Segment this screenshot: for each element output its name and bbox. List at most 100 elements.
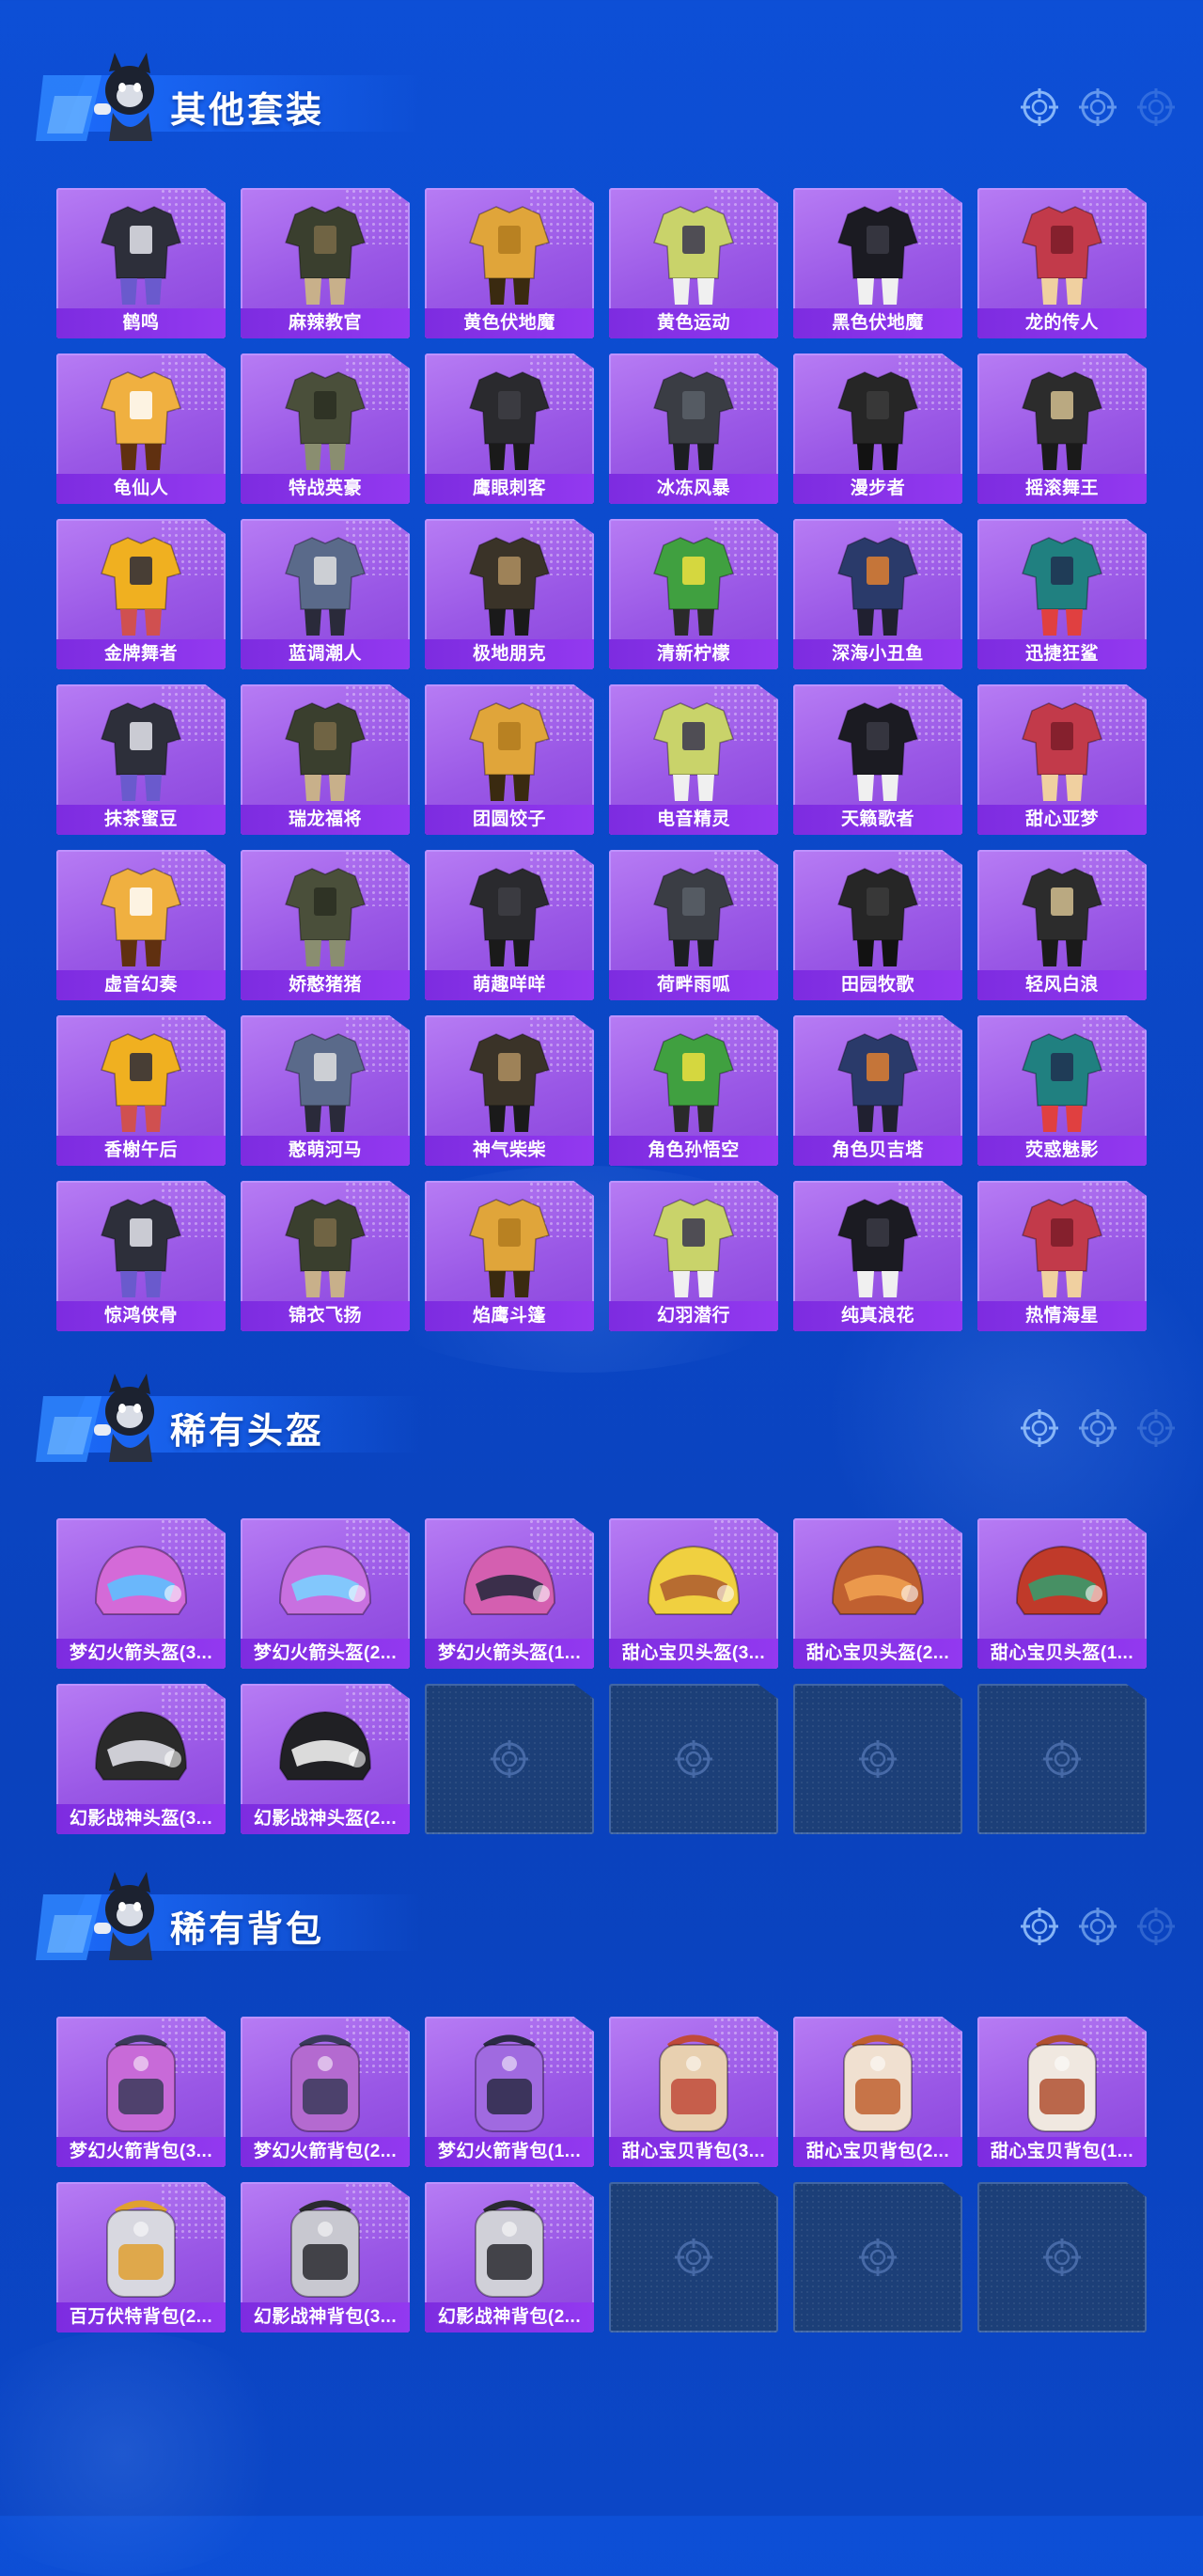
item-image	[290, 2034, 360, 2132]
item-card[interactable]: 梦幻火箭头盔(3...	[56, 1518, 226, 1669]
item-card[interactable]: 梦幻火箭背包(2...	[241, 2017, 410, 2167]
item-image	[831, 1545, 925, 1615]
item-card[interactable]: 幻影战神头盔(3...	[56, 1684, 226, 1834]
item-card[interactable]: 憨萌河马	[241, 1015, 410, 1166]
item-card[interactable]: 娇憨猪猪	[241, 850, 410, 1000]
item-card[interactable]: 热情海星	[977, 1181, 1147, 1331]
item-card[interactable]: 纯真浪花	[793, 1181, 962, 1331]
item-card[interactable]: 麻辣教官	[241, 188, 410, 338]
empty-slot	[609, 2182, 778, 2333]
item-name: 黄色伏地魔	[425, 308, 594, 338]
item-image	[285, 1199, 366, 1297]
item-image	[1022, 206, 1102, 305]
item-card[interactable]: 梦幻火箭背包(1...	[425, 2017, 594, 2167]
item-card[interactable]: 甜心宝贝背包(3...	[609, 2017, 778, 2167]
crosshair-icon	[1079, 1409, 1117, 1447]
item-card[interactable]: 田园牧歌	[793, 850, 962, 1000]
item-image	[101, 371, 181, 470]
item-image	[469, 868, 550, 966]
item-card[interactable]: 幻影战神背包(3...	[241, 2182, 410, 2333]
item-card[interactable]: 天籁歌者	[793, 684, 962, 835]
item-card[interactable]: 百万伏特背包(2...	[56, 2182, 226, 2333]
item-name: 龟仙人	[56, 474, 226, 504]
item-card[interactable]: 梦幻火箭头盔(2...	[241, 1518, 410, 1669]
item-card[interactable]: 瑞龙福将	[241, 684, 410, 835]
item-card[interactable]: 极地朋克	[425, 519, 594, 669]
item-image	[1022, 537, 1102, 636]
item-image	[469, 702, 550, 801]
item-card[interactable]: 冰冻风暴	[609, 353, 778, 504]
item-card[interactable]: 黑色伏地魔	[793, 188, 962, 338]
item-card[interactable]: 鹤鸣	[56, 188, 226, 338]
item-card[interactable]: 漫步者	[793, 353, 962, 504]
item-image	[469, 206, 550, 305]
item-image	[1022, 868, 1102, 966]
item-card[interactable]: 轻风白浪	[977, 850, 1147, 1000]
item-card[interactable]: 惊鸿侠骨	[56, 1181, 226, 1331]
item-card[interactable]: 蓝调潮人	[241, 519, 410, 669]
item-card[interactable]: 黄色运动	[609, 188, 778, 338]
item-card[interactable]: 甜心宝贝头盔(3...	[609, 1518, 778, 1669]
item-card[interactable]: 龙的传人	[977, 188, 1147, 338]
section-title: 其他套装	[170, 91, 325, 131]
item-name: 荧惑魅影	[977, 1136, 1147, 1166]
item-card[interactable]: 甜心宝贝头盔(1...	[977, 1518, 1147, 1669]
item-name: 幻影战神背包(2...	[425, 2302, 594, 2333]
item-image	[653, 1033, 734, 1132]
item-card[interactable]: 鹰眼刺客	[425, 353, 594, 504]
item-image	[653, 1199, 734, 1297]
item-card[interactable]: 梦幻火箭头盔(1...	[425, 1518, 594, 1669]
item-image	[101, 1033, 181, 1132]
item-card[interactable]: 甜心宝贝背包(1...	[977, 2017, 1147, 2167]
item-card[interactable]: 团圆饺子	[425, 684, 594, 835]
item-card[interactable]: 梦幻火箭背包(3...	[56, 2017, 226, 2167]
item-card[interactable]: 幻影战神头盔(2...	[241, 1684, 410, 1834]
item-name: 幻羽潜行	[609, 1301, 778, 1331]
item-image	[1027, 2034, 1097, 2132]
item-image	[469, 371, 550, 470]
crosshair-icon	[1043, 2238, 1081, 2276]
item-image	[647, 1545, 741, 1615]
item-image	[101, 1199, 181, 1297]
mascot-character-icon	[36, 53, 154, 141]
item-card[interactable]: 深海小丑鱼	[793, 519, 962, 669]
item-card[interactable]: 幻影战神背包(2...	[425, 2182, 594, 2333]
item-card[interactable]: 虚音幻奏	[56, 850, 226, 1000]
item-name: 龙的传人	[977, 308, 1147, 338]
item-card[interactable]: 荧惑魅影	[977, 1015, 1147, 1166]
item-card[interactable]: 黄色伏地魔	[425, 188, 594, 338]
item-card[interactable]: 特战英豪	[241, 353, 410, 504]
item-card[interactable]: 锦衣飞扬	[241, 1181, 410, 1331]
item-card[interactable]: 清新柠檬	[609, 519, 778, 669]
item-card[interactable]: 神气柴柴	[425, 1015, 594, 1166]
item-card[interactable]: 幻羽潜行	[609, 1181, 778, 1331]
header-decoration-icons	[1019, 86, 1177, 128]
item-name: 黑色伏地魔	[793, 308, 962, 338]
item-card[interactable]: 电音精灵	[609, 684, 778, 835]
item-image	[106, 2200, 176, 2298]
item-card[interactable]: 龟仙人	[56, 353, 226, 504]
section-header: 稀有头盔	[26, 1368, 1192, 1471]
item-card[interactable]: 萌趣咩咩	[425, 850, 594, 1000]
item-card[interactable]: 抹茶蜜豆	[56, 684, 226, 835]
item-card[interactable]: 甜心宝贝背包(2...	[793, 2017, 962, 2167]
item-image	[469, 1199, 550, 1297]
item-card[interactable]: 角色孙悟空	[609, 1015, 778, 1166]
item-card[interactable]: 荷畔雨呱	[609, 850, 778, 1000]
item-name: 漫步者	[793, 474, 962, 504]
empty-slot	[977, 1684, 1147, 1834]
item-card[interactable]: 甜心宝贝头盔(2...	[793, 1518, 962, 1669]
item-card[interactable]: 迅捷狂鲨	[977, 519, 1147, 669]
item-image	[101, 537, 181, 636]
item-name: 神气柴柴	[425, 1136, 594, 1166]
item-card[interactable]: 金牌舞者	[56, 519, 226, 669]
item-card[interactable]: 甜心亚梦	[977, 684, 1147, 835]
item-image	[101, 702, 181, 801]
empty-slot	[425, 1684, 594, 1834]
item-card[interactable]: 香榭午后	[56, 1015, 226, 1166]
item-name: 荷畔雨呱	[609, 970, 778, 1000]
item-grid: 梦幻火箭头盔(3... 梦幻火箭头盔(2... 梦幻火箭头盔(1... 甜心宝贝头盔(…	[56, 1518, 1147, 1834]
item-card[interactable]: 摇滚舞王	[977, 353, 1147, 504]
item-card[interactable]: 焰鹰斗篷	[425, 1181, 594, 1331]
item-card[interactable]: 角色贝吉塔	[793, 1015, 962, 1166]
